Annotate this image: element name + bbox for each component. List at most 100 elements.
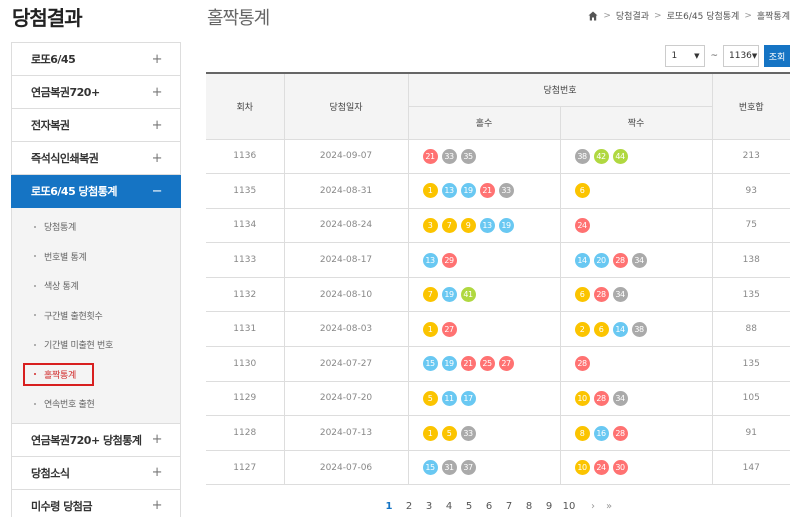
plus-icon: +: [151, 498, 163, 513]
number-ball: 29: [441, 252, 457, 268]
sidebar-item-unclaimed[interactable]: 미수령 당첨금 +: [11, 489, 181, 517]
submenu-item-range-count[interactable]: 구간별 출현횟수: [12, 301, 180, 331]
sum-cell: 135: [711, 276, 790, 313]
header-odd: 홀수: [408, 105, 561, 140]
number-ball: 7: [422, 287, 438, 303]
sum-cell: 75: [711, 207, 790, 244]
number-ball: 16: [593, 425, 609, 441]
breadcrumb-item[interactable]: 로또6/45 당첨통계: [667, 9, 740, 22]
page-link[interactable]: 6: [479, 501, 499, 512]
number-ball: 7: [441, 217, 457, 233]
number-ball: 33: [460, 425, 476, 441]
number-ball: 33: [498, 183, 514, 199]
page-link-current[interactable]: 1: [379, 501, 399, 512]
submenu-item-color-stats[interactable]: 색상 통계: [12, 271, 180, 301]
submenu-item-consecutive[interactable]: 연속번호 출현: [12, 389, 180, 419]
page-link[interactable]: 9: [539, 501, 559, 512]
submenu-item-missing-numbers[interactable]: 기간별 미출현 번호: [12, 330, 180, 360]
sidebar-item-pension720[interactable]: 연금복권720+ +: [11, 76, 181, 109]
date-cell: 2024-08-03: [283, 311, 409, 348]
number-ball: 10: [574, 460, 590, 476]
breadcrumb-separator: >: [654, 10, 662, 21]
submenu-item-win-stats[interactable]: 당첨통계: [12, 212, 180, 242]
page-link[interactable]: 8: [519, 501, 539, 512]
last-page-icon[interactable]: »: [601, 501, 617, 512]
number-ball: 5: [441, 425, 457, 441]
page-link[interactable]: 2: [399, 501, 419, 512]
submenu-item-number-stats[interactable]: 번호별 통계: [12, 242, 180, 272]
table-row: 1129 2024-07-20 5 11 17 10 28 34 105: [206, 380, 790, 417]
table-row: 1128 2024-07-13 1 5 33 8 16 28 91: [206, 415, 790, 451]
caret-down-icon: ▼: [694, 52, 700, 60]
submenu-label: 연속번호 출현: [44, 400, 95, 411]
number-ball: 25: [479, 356, 495, 372]
caret-down-icon: ▼: [751, 52, 758, 60]
date-cell: 2024-07-13: [283, 415, 409, 451]
round-to-select[interactable]: 1136 ▼: [723, 45, 759, 67]
sidebar-item-lotto645-stats[interactable]: 로또6/45 당첨통계 −: [11, 175, 181, 208]
header-sum: 번호합: [711, 72, 790, 140]
page-link[interactable]: 7: [499, 501, 519, 512]
round-cell: 1132: [206, 276, 285, 313]
round-range-controls: 1 ▼ ~ 1136 ▼ 조회: [665, 45, 790, 67]
number-ball: 6: [574, 287, 590, 303]
page-link[interactable]: 4: [439, 501, 459, 512]
table-row: 1130 2024-07-27 15 19 21 25 27 28 135: [206, 346, 790, 382]
sidebar-item-lotto645[interactable]: 로또6/45 +: [11, 43, 181, 76]
number-ball: 15: [422, 460, 438, 476]
number-ball: 31: [441, 460, 457, 476]
number-ball: 34: [631, 252, 647, 268]
breadcrumb-item[interactable]: 당첨결과: [616, 9, 649, 22]
odd-numbers-cell: 1 13 19 21 33: [407, 173, 561, 209]
number-ball: 13: [441, 183, 457, 199]
sidebar-item-e-lottery[interactable]: 전자복권 +: [11, 109, 181, 142]
round-cell: 1136: [206, 138, 285, 175]
submenu-label: 당첨통계: [44, 223, 76, 234]
submenu-label: 구간별 출현횟수: [44, 311, 103, 322]
page-link[interactable]: 5: [459, 501, 479, 512]
odd-numbers-cell: 7 19 41: [407, 276, 561, 313]
submenu-label: 기간별 미출현 번호: [44, 341, 113, 352]
page-link[interactable]: 3: [419, 501, 439, 512]
header-round: 회차: [206, 72, 285, 140]
number-ball: 6: [593, 321, 609, 337]
round-cell: 1134: [206, 207, 285, 244]
date-cell: 2024-08-24: [283, 207, 409, 244]
round-to-value: 1136: [729, 51, 752, 61]
odd-numbers-cell: 1 5 33: [407, 415, 561, 451]
odd-even-table: 회차 당첨일자 당첨번호 번호합 홀수 짝수 1136 2024-09-07 21 3…: [206, 72, 790, 486]
plus-icon: +: [151, 432, 163, 447]
odd-numbers-cell: 13 29: [407, 242, 561, 278]
round-cell: 1128: [206, 415, 285, 451]
number-ball: 1: [422, 425, 438, 441]
table-row: 1136 2024-09-07 21 33 35 38 42 44 213: [206, 138, 790, 175]
even-numbers-cell: 28: [559, 346, 713, 382]
round-from-select[interactable]: 1 ▼: [665, 45, 706, 67]
sum-cell: 213: [711, 138, 790, 175]
even-numbers-cell: 24: [559, 207, 713, 244]
bullet-icon: [34, 225, 36, 228]
sidebar-item-pension720-stats[interactable]: 연금복권720+ 당첨통계 +: [11, 423, 181, 457]
bullet-icon: [34, 255, 36, 258]
sidebar-item-news[interactable]: 당첨소식 +: [11, 456, 181, 490]
number-ball: 38: [574, 148, 590, 164]
date-cell: 2024-08-31: [283, 173, 409, 209]
search-button[interactable]: 조회: [764, 45, 790, 67]
sidebar-item-label: 로또6/45: [31, 53, 76, 66]
sidebar-item-instant-lottery[interactable]: 즉석식인쇄복권 +: [11, 142, 181, 175]
number-ball: 1: [422, 321, 438, 337]
date-cell: 2024-08-10: [283, 276, 409, 313]
submenu-item-odd-even[interactable]: 홀짝통계: [12, 360, 180, 390]
odd-numbers-cell: 15 31 37: [407, 449, 561, 486]
sidebar-item-label: 당첨소식: [31, 466, 70, 480]
even-numbers-cell: 14 20 28 34: [559, 242, 713, 278]
next-page-icon[interactable]: ›: [585, 501, 601, 512]
page-link[interactable]: 10: [559, 501, 579, 512]
even-numbers-cell: 10 28 34: [559, 380, 713, 417]
round-cell: 1127: [206, 449, 285, 486]
table-row: 1132 2024-08-10 7 19 41 6 28 34 135: [206, 276, 790, 313]
home-icon[interactable]: [588, 11, 598, 21]
number-ball: 28: [574, 356, 590, 372]
number-ball: 35: [460, 148, 476, 164]
bullet-icon: [34, 314, 36, 317]
